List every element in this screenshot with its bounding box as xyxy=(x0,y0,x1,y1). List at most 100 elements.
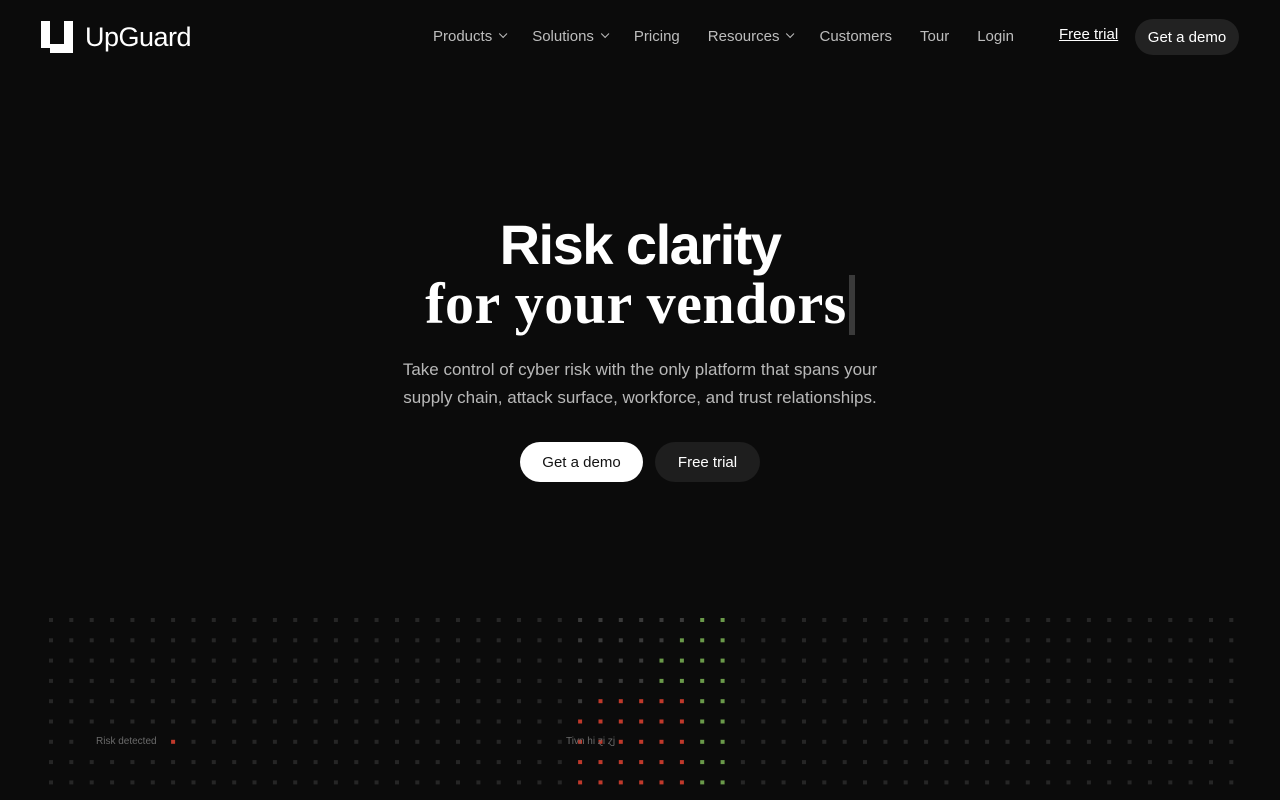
grid-dot xyxy=(883,638,888,643)
grid-dot xyxy=(944,678,949,683)
grid-dot xyxy=(537,699,542,704)
grid-dot xyxy=(781,699,786,704)
grid-dot xyxy=(740,678,745,683)
grid-dot xyxy=(252,780,257,785)
grid-dot xyxy=(272,699,277,704)
grid-dot xyxy=(537,719,542,724)
grid-dot xyxy=(944,719,949,724)
grid-dot xyxy=(1107,739,1112,744)
grid-dot xyxy=(171,719,176,724)
grid-dot xyxy=(456,719,460,724)
grid-dot xyxy=(395,658,399,663)
grid-dot xyxy=(517,638,521,643)
grid-dot xyxy=(252,699,257,704)
grid-dot xyxy=(89,780,94,785)
grid-dot xyxy=(333,618,338,622)
hero-title-line1: Risk clarity xyxy=(499,213,782,276)
grid-dot xyxy=(944,760,949,765)
grid-dot xyxy=(578,760,583,765)
grid-dot xyxy=(679,699,684,704)
grid-dot xyxy=(130,780,135,785)
grid-dot xyxy=(1168,780,1173,785)
grid-dot xyxy=(1168,719,1173,724)
grid-dot xyxy=(191,678,196,683)
grid-dot xyxy=(476,678,481,683)
grid-dot xyxy=(639,678,644,683)
hero-get-demo-button[interactable]: Get a demo xyxy=(520,442,643,482)
nav-get-demo-button[interactable]: Get a demo xyxy=(1135,19,1239,55)
grid-dot xyxy=(781,760,786,765)
grid-dot xyxy=(354,780,359,785)
grid-dot xyxy=(110,678,115,683)
nav-item-resources[interactable]: Resources xyxy=(708,28,795,45)
grid-dot xyxy=(476,638,481,643)
grid-dot xyxy=(1188,699,1193,704)
grid-dot xyxy=(1147,760,1152,765)
grid-dot xyxy=(517,719,521,724)
nav-item-products[interactable]: Products xyxy=(433,28,508,45)
grid-dot xyxy=(1025,780,1030,785)
nav-item-solutions[interactable]: Solutions xyxy=(532,28,610,45)
grid-dot xyxy=(557,658,562,663)
grid-dot xyxy=(1147,618,1152,622)
grid-dot xyxy=(272,780,277,785)
grid-dot xyxy=(842,760,847,765)
grid-dot xyxy=(354,760,359,765)
grid-dot xyxy=(761,618,766,622)
grid-dot xyxy=(252,618,257,622)
grid-dot xyxy=(761,760,766,765)
grid-dot xyxy=(150,719,155,724)
nav-free-trial-link[interactable]: Free trial xyxy=(1059,26,1118,43)
grid-dot xyxy=(781,780,786,785)
grid-dot xyxy=(618,739,623,744)
grid-dot xyxy=(110,618,115,622)
grid-dot xyxy=(964,760,969,765)
grid-dot xyxy=(903,780,908,785)
hero-subtitle-line1: Take control of cyber risk with the only… xyxy=(402,360,878,379)
grid-dot xyxy=(659,658,664,663)
grid-dot xyxy=(964,638,969,643)
grid-dot xyxy=(720,780,725,785)
grid-dot xyxy=(374,658,379,663)
grid-dot xyxy=(863,658,867,663)
grid-dot xyxy=(496,618,501,622)
dot-grid-svg xyxy=(49,618,1234,785)
grid-dot xyxy=(252,719,257,724)
grid-dot xyxy=(130,658,135,663)
grid-dot xyxy=(211,638,216,643)
nav-item-pricing[interactable]: Pricing xyxy=(634,28,680,45)
grid-dot xyxy=(964,699,969,704)
grid-dot xyxy=(415,719,420,724)
grid-dot xyxy=(69,658,74,663)
grid-dot xyxy=(191,739,196,744)
grid-dot xyxy=(395,780,399,785)
grid-dot xyxy=(537,638,542,643)
upguard-logo-icon xyxy=(41,21,73,53)
grid-dot xyxy=(802,638,806,643)
nav-item-login[interactable]: Login xyxy=(977,28,1014,45)
grid-dot xyxy=(150,699,155,704)
grid-dot xyxy=(1229,719,1234,724)
grid-dot xyxy=(232,618,237,622)
grid-dot xyxy=(49,618,53,622)
grid-dot xyxy=(761,678,766,683)
nav-item-customers[interactable]: Customers xyxy=(819,28,892,45)
brand-logo[interactable]: UpGuard xyxy=(41,20,192,54)
grid-dot xyxy=(1066,638,1071,643)
grid-dot xyxy=(150,760,155,765)
grid-dot xyxy=(598,638,603,643)
hero-free-trial-button[interactable]: Free trial xyxy=(655,442,760,482)
grid-dot xyxy=(1229,618,1234,622)
grid-dot xyxy=(822,760,827,765)
grid-dot xyxy=(802,658,806,663)
grid-dot xyxy=(354,638,359,643)
grid-dot xyxy=(924,719,929,724)
grid-dot xyxy=(1005,678,1010,683)
grid-dot xyxy=(883,719,888,724)
grid-dot xyxy=(883,699,888,704)
grid-dot xyxy=(110,658,115,663)
nav-item-tour[interactable]: Tour xyxy=(920,28,949,45)
grid-dot xyxy=(191,658,196,663)
grid-dot xyxy=(1046,658,1051,663)
grid-dot xyxy=(1005,719,1010,724)
